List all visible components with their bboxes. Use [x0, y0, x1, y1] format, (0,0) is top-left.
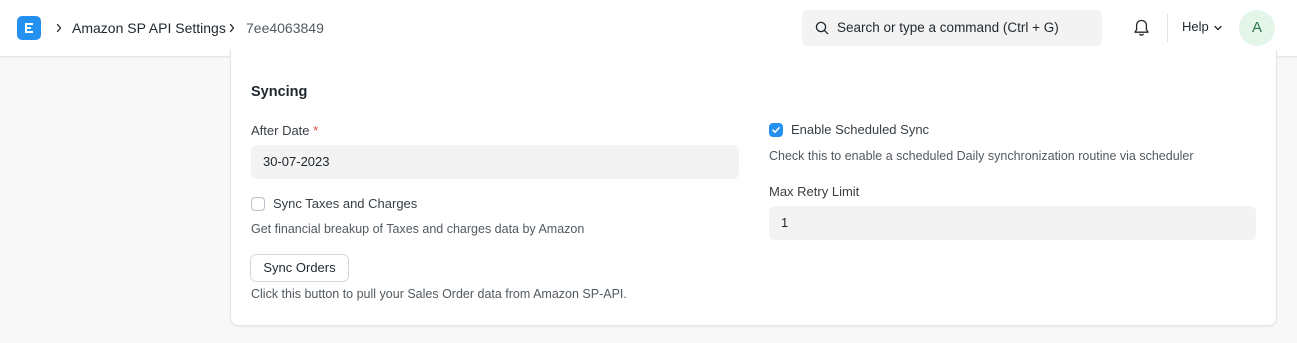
sync-orders-description: Click this button to pull your Sales Ord…: [251, 287, 627, 301]
required-indicator: *: [313, 123, 319, 138]
sync-orders-button[interactable]: Sync Orders: [250, 254, 349, 282]
search-icon: [815, 21, 829, 35]
enable-scheduled-sync-checkbox[interactable]: [769, 123, 783, 137]
navbar-divider: [1167, 14, 1168, 42]
help-menu-button[interactable]: Help: [1182, 19, 1209, 34]
section-title: Syncing: [251, 84, 308, 100]
app-logo-icon[interactable]: [17, 16, 41, 40]
max-retry-limit-field[interactable]: 1: [769, 206, 1256, 240]
chevron-down-icon[interactable]: [1213, 23, 1223, 33]
after-date-field[interactable]: 30-07-2023: [251, 145, 739, 179]
breadcrumb-doctype-link[interactable]: Amazon SP API Settings: [72, 19, 226, 37]
search-input[interactable]: Search or type a command (Ctrl + G): [837, 20, 1059, 35]
bell-icon[interactable]: [1132, 18, 1151, 38]
breadcrumb-document-name[interactable]: 7ee4063849: [246, 19, 324, 37]
search-bar[interactable]: Search or type a command (Ctrl + G): [802, 10, 1102, 46]
chevron-right-icon: [229, 23, 235, 33]
avatar[interactable]: A: [1239, 10, 1275, 46]
enable-scheduled-sync-label[interactable]: Enable Scheduled Sync: [791, 122, 929, 137]
sync-taxes-description: Get financial breakup of Taxes and charg…: [251, 222, 585, 236]
navbar: Amazon SP API Settings 7ee4063849 Search…: [0, 0, 1297, 57]
syncing-section-card: Syncing After Date * 30-07-2023 Sync Tax…: [230, 50, 1277, 326]
after-date-label-text: After Date: [251, 123, 310, 138]
sync-taxes-checkbox[interactable]: [251, 197, 265, 211]
max-retry-limit-label: Max Retry Limit: [769, 184, 860, 199]
after-date-label: After Date *: [251, 123, 318, 138]
scheduled-sync-description: Check this to enable a scheduled Daily s…: [769, 149, 1194, 163]
check-icon: [772, 127, 780, 133]
sync-taxes-label[interactable]: Sync Taxes and Charges: [273, 196, 417, 211]
chevron-right-icon: [56, 23, 62, 33]
